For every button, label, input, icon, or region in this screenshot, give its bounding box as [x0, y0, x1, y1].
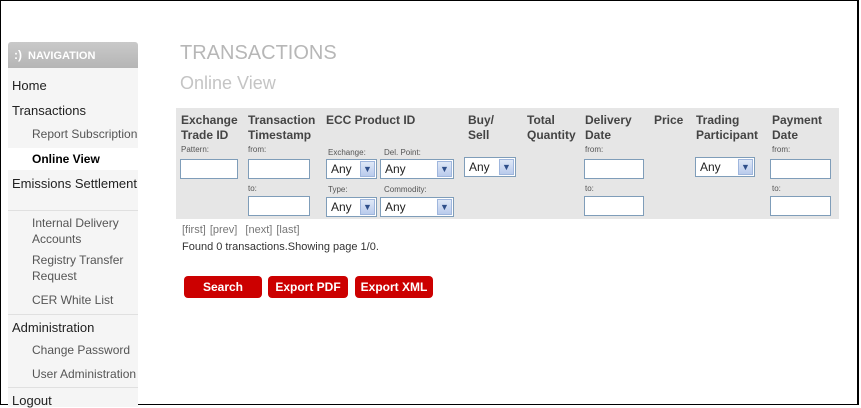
delivery-from-input[interactable]	[584, 159, 644, 179]
header-delivery-date: Delivery Date	[585, 113, 632, 142]
type-select-value: Any	[331, 200, 352, 214]
sidebar-item-online-view[interactable]: Online View	[8, 148, 138, 170]
navigation-header-label: NAVIGATION	[28, 50, 96, 62]
navigation-icon: :)	[14, 48, 22, 62]
sidebar-item-user-administration[interactable]: User Administration	[8, 367, 138, 381]
payment-to-input[interactable]	[770, 196, 831, 216]
label-delivery-to: to:	[585, 184, 594, 193]
chevron-down-icon: ▼	[499, 159, 514, 175]
chevron-down-icon: ▼	[437, 199, 452, 215]
pager-first-link[interactable]: [first]	[182, 224, 206, 236]
result-status: Found 0 transactions.Showing page 1/0.	[182, 241, 379, 253]
pager-prev-link[interactable]: [prev]	[210, 224, 238, 236]
type-select[interactable]: Any ▼	[326, 197, 377, 217]
label-pattern: Pattern:	[181, 145, 210, 154]
sidebar-item-home[interactable]: Home	[8, 78, 138, 93]
search-button[interactable]: Search	[184, 276, 262, 298]
chevron-down-icon: ▼	[360, 161, 375, 177]
pager-last-link[interactable]: [last]	[276, 224, 299, 236]
header-buy-sell: Buy/ Sell	[468, 113, 495, 142]
sidebar-item-transactions[interactable]: Transactions	[8, 103, 138, 118]
export-xml-button[interactable]: Export XML	[355, 276, 433, 298]
sidebar-item-change-password[interactable]: Change Password	[8, 343, 138, 357]
pager-next-link[interactable]: [next]	[245, 224, 272, 236]
sidebar-item-report-subscription[interactable]: Report Subscription	[8, 127, 138, 141]
sidebar: Home Transactions Report Subscription On…	[8, 68, 138, 408]
sidebar-item-emissions-settlement[interactable]: Emissions Settlement	[8, 176, 138, 192]
label-payment-to: to:	[772, 184, 781, 193]
timestamp-to-input[interactable]	[248, 196, 310, 216]
sidebar-item-logout[interactable]: Logout	[8, 387, 138, 408]
trading-participant-select-value: Any	[700, 160, 721, 174]
pager: [first] [prev] [next] [last]	[182, 224, 304, 236]
label-timestamp-from: from:	[248, 145, 267, 154]
header-total-quantity: Total Quantity	[527, 113, 576, 142]
buy-sell-select-value: Any	[469, 160, 490, 174]
timestamp-from-input[interactable]	[248, 159, 310, 179]
exchange-trade-id-input[interactable]	[180, 159, 238, 179]
sidebar-item-internal-delivery-accounts[interactable]: Internal Delivery Accounts	[8, 210, 138, 247]
header-price: Price	[654, 113, 684, 127]
label-timestamp-to: to:	[248, 184, 257, 193]
commodity-select-value: Any	[385, 200, 406, 214]
delivery-to-input[interactable]	[584, 196, 644, 216]
header-exchange-trade-id: Exchange Trade ID	[181, 113, 238, 142]
header-ecc-product-id: ECC Product ID	[326, 113, 416, 127]
del-point-select[interactable]: Any ▼	[380, 159, 454, 179]
sidebar-item-administration[interactable]: Administration	[8, 314, 138, 335]
page-subtitle: Online View	[180, 73, 276, 93]
buy-sell-select[interactable]: Any ▼	[464, 157, 516, 177]
chevron-down-icon: ▼	[360, 199, 375, 215]
label-commodity: Commodity:	[384, 185, 427, 194]
exchange-select-value: Any	[331, 162, 352, 176]
filter-bar: Exchange Trade ID Pattern: Transaction T…	[176, 108, 839, 219]
navigation-header: :) NAVIGATION	[8, 42, 138, 68]
sidebar-item-cer-white-list[interactable]: CER White List	[8, 293, 138, 307]
chevron-down-icon: ▼	[738, 159, 753, 175]
page-title: TRANSACTIONS	[180, 42, 337, 64]
exchange-select[interactable]: Any ▼	[326, 159, 377, 179]
commodity-select[interactable]: Any ▼	[380, 197, 454, 217]
payment-from-input[interactable]	[770, 159, 831, 179]
header-trading-participant: Trading Participant	[696, 113, 759, 142]
chevron-down-icon: ▼	[437, 161, 452, 177]
header-payment-date: Payment Date	[772, 113, 823, 142]
label-exchange: Exchange:	[328, 148, 366, 157]
export-pdf-button[interactable]: Export PDF	[268, 276, 348, 298]
label-payment-from: from:	[772, 145, 791, 154]
header-transaction-timestamp: Transaction Timestamp	[248, 113, 316, 142]
label-delivery-from: from:	[585, 145, 604, 154]
label-type: Type:	[328, 185, 348, 194]
del-point-select-value: Any	[385, 162, 406, 176]
trading-participant-select[interactable]: Any ▼	[695, 157, 755, 177]
label-del-point: Del. Point:	[384, 148, 421, 157]
sidebar-item-registry-transfer-request[interactable]: Registry Transfer Request	[8, 252, 138, 284]
